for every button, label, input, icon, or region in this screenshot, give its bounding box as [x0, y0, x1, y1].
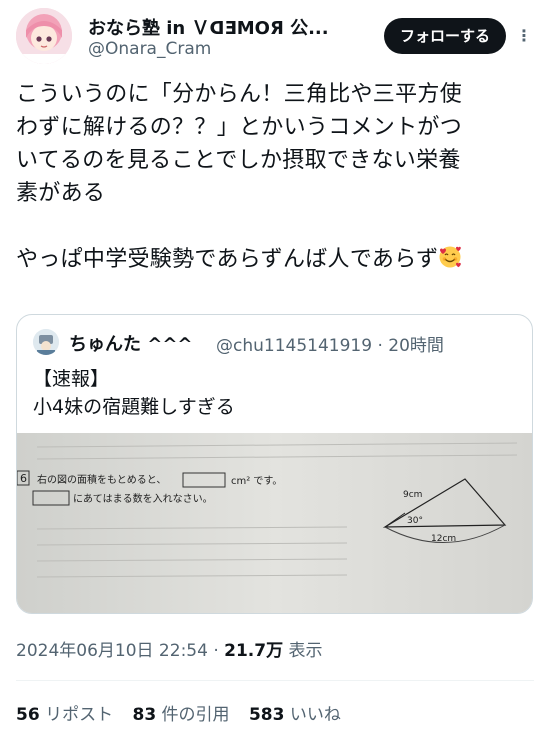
- tweet-line: [16, 210, 536, 243]
- divider: [16, 680, 534, 681]
- quoted-tweet-header: ちゅんた ^^^ @chu1145141919 · 20時間: [33, 329, 520, 356]
- like-count[interactable]: 583 いいね: [249, 705, 341, 725]
- author-avatar[interactable]: [16, 8, 72, 64]
- more-options-icon[interactable]: ⋮: [514, 18, 534, 54]
- tweet-line: やっぱ中学受験勢であらずんば人であらず: [16, 243, 536, 276]
- smiling-face-with-hearts-icon: [438, 245, 462, 269]
- quote-count-label: 件の引用: [156, 705, 230, 725]
- tweet-line: わずに解けるの？？」とかいうコメントがつ: [16, 115, 463, 140]
- view-count: 21.7万: [224, 641, 284, 661]
- quote-count-number: 83: [132, 705, 157, 725]
- follow-button[interactable]: フォローする: [383, 18, 506, 54]
- author-name[interactable]: おなら塾 in ＶᗡƎMOЯ 公...: [88, 14, 329, 40]
- quoted-author-avatar[interactable]: [33, 329, 59, 355]
- quote-count[interactable]: 83 件の引用: [132, 705, 229, 725]
- tweet-line: いてるのを見ることでしか摂取できない栄養: [16, 148, 461, 173]
- tweet-meta: 2024年06月10日 22:54 · 21.7万 表示: [16, 636, 323, 661]
- quoted-tweet-text: 【速報】 小4妹の宿題難しすぎる: [33, 365, 235, 421]
- label-12cm: 12cm: [431, 534, 456, 544]
- tweet-header: おなら塾 in ＶᗡƎMOЯ 公... @Onara_Cram フォローする ⋮: [16, 8, 534, 64]
- retweet-count-label: リポスト: [39, 705, 114, 725]
- quoted-line: 【速報】: [33, 368, 110, 390]
- tweet-timestamp[interactable]: 2024年06月10日 22:54 ·: [16, 641, 224, 661]
- tweet-line: こういうのに「分からん！三角比や三平方使: [16, 82, 463, 107]
- like-count-label: いいね: [284, 705, 341, 725]
- quoted-author-handle[interactable]: @chu1145141919 · 20時間: [216, 331, 444, 356]
- problem-number: 6: [20, 472, 27, 485]
- quoted-tweet-photo[interactable]: 6 右の図の面積をもとめると、 cm² です。 にあてはまる数を入れなさい。 9…: [17, 433, 532, 613]
- tweet-text: こういうのに「分からん！三角比や三平方使 わずに解けるの？？」とかいうコメントが…: [16, 78, 536, 276]
- like-count-number: 583: [248, 705, 285, 725]
- label-30deg: 30°: [407, 516, 423, 526]
- view-count-label: 表示: [283, 641, 323, 661]
- retweet-count-number: 56: [16, 705, 40, 725]
- problem-line-2: にあてはまる数を入れなさい。: [73, 492, 213, 505]
- quoted-line: 小4妹の宿題難しすぎる: [33, 396, 235, 418]
- quoted-author-name[interactable]: ちゅんた ^^^: [69, 330, 193, 356]
- engagement-stats: 56 リポスト 83 件の引用 583 いいね: [16, 700, 355, 725]
- label-9cm: 9cm: [403, 490, 422, 500]
- tweet-line-text: やっぱ中学受験勢であらずんば人であらず: [16, 247, 439, 272]
- problem-unit: cm² です。: [231, 475, 282, 487]
- author-handle[interactable]: @Onara_Cram: [88, 39, 211, 59]
- retweet-count[interactable]: 56 リポスト: [16, 705, 113, 725]
- quoted-tweet[interactable]: ちゅんた ^^^ @chu1145141919 · 20時間 【速報】 小4妹の…: [16, 314, 533, 614]
- tweet-line: 素がある: [16, 181, 106, 206]
- problem-line-1: 右の図の面積をもとめると、: [37, 473, 166, 486]
